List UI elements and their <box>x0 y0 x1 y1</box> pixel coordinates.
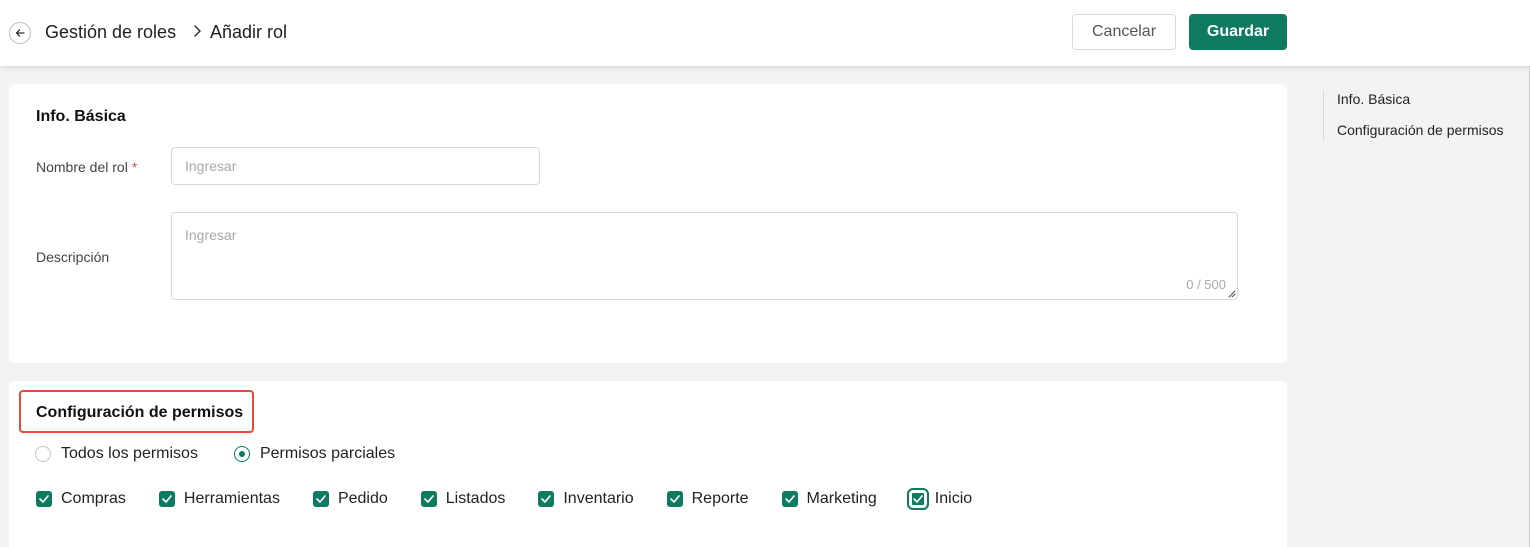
checkbox-pedido[interactable]: Pedido <box>312 490 388 508</box>
description-textarea[interactable] <box>172 213 1237 299</box>
checkbox-label: Reporte <box>691 490 749 507</box>
radio-partial-permissions[interactable]: Permisos parciales <box>233 445 396 463</box>
chevron-right-icon <box>194 25 201 37</box>
checkbox-label: Inventario <box>563 490 634 507</box>
checkbox-label: Listados <box>445 490 506 507</box>
role-name-label-text: Nombre del rol <box>36 159 128 175</box>
anchor-nav: Info. Básica Configuración de permisos <box>1323 90 1504 140</box>
radio-label: Todos los permisos <box>61 445 198 462</box>
checkbox-reporte[interactable]: Reporte <box>666 490 749 508</box>
breadcrumb-parent[interactable]: Gestión de roles <box>45 21 176 43</box>
checkbox-listados[interactable]: Listados <box>420 490 506 508</box>
permission-mode-group: Todos los permisos Permisos parciales <box>35 445 431 463</box>
save-button[interactable]: Guardar <box>1189 14 1287 50</box>
checkbox-checked-icon <box>36 491 52 507</box>
check-icon <box>669 495 680 503</box>
checkbox-marketing[interactable]: Marketing <box>781 490 877 508</box>
checkbox-checked-icon <box>312 491 329 507</box>
permissions-card: Configuración de permisos Todos los perm… <box>9 381 1287 547</box>
check-icon <box>316 495 326 503</box>
checkbox-checked-icon <box>666 491 683 507</box>
checkbox-herramientas[interactable]: Herramientas <box>158 490 280 508</box>
checkbox-checked-icon <box>906 488 929 510</box>
checkbox-inicio[interactable]: Inicio <box>906 488 973 510</box>
char-counter: 0 / 500 <box>1186 277 1226 292</box>
required-mark: * <box>131 159 138 175</box>
check-icon <box>912 495 923 503</box>
back-button[interactable] <box>9 22 31 44</box>
checkbox-label: Pedido <box>337 490 388 507</box>
checkbox-compras[interactable]: Compras <box>36 490 126 508</box>
checkbox-checked-icon <box>538 491 555 507</box>
basic-info-card: Info. Básica Nombre del rol* Descripción… <box>9 84 1287 363</box>
role-name-input[interactable] <box>171 147 540 185</box>
checkbox-checked-icon <box>781 491 798 507</box>
check-icon <box>39 495 49 503</box>
checkbox-label: Marketing <box>806 490 877 507</box>
role-name-label: Nombre del rol * <box>36 159 137 175</box>
checkbox-label: Herramientas <box>183 490 280 507</box>
radio-label: Permisos parciales <box>259 445 396 462</box>
check-icon <box>162 495 172 503</box>
checkbox-label: Compras <box>61 490 126 507</box>
radio-all-permissions[interactable]: Todos los permisos <box>35 445 198 463</box>
basic-info-title: Info. Básica <box>36 108 126 125</box>
description-field[interactable]: 0 / 500 <box>171 212 1238 300</box>
checkbox-inventario[interactable]: Inventario <box>538 490 634 508</box>
cancel-button[interactable]: Cancelar <box>1072 14 1176 50</box>
arrow-left-icon <box>15 29 25 37</box>
check-icon <box>784 495 795 503</box>
permissions-title: Configuración de permisos <box>36 404 244 421</box>
radio-checked-icon <box>233 446 250 462</box>
checkbox-checked-icon <box>420 491 437 507</box>
permission-modules-group: Compras Herramientas Pedido Listados Inv… <box>36 488 1005 510</box>
anchor-item-basic-info[interactable]: Info. Básica <box>1337 90 1504 109</box>
anchor-item-permissions[interactable]: Configuración de permisos <box>1337 121 1504 140</box>
page-header: Gestión de roles Añadir rol Cancelar Gua… <box>0 0 1530 66</box>
radio-unchecked-icon <box>35 446 51 462</box>
checkbox-checked-icon <box>158 491 175 507</box>
breadcrumb-current: Añadir rol <box>210 22 288 42</box>
check-icon <box>423 495 434 503</box>
description-label: Descripción <box>36 249 110 265</box>
checkbox-label: Inicio <box>934 490 973 507</box>
resize-handle-icon[interactable] <box>1227 289 1236 298</box>
check-icon <box>541 495 552 503</box>
